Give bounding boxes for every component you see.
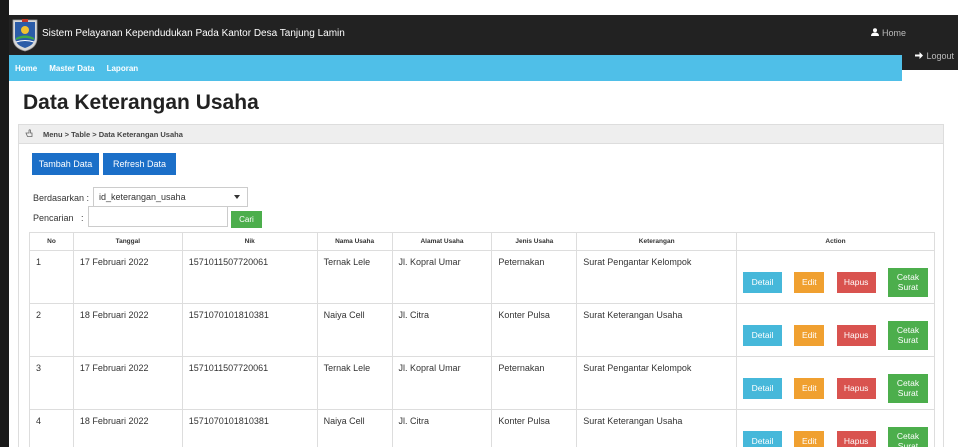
column-header: Nik — [181, 232, 318, 251]
cell-alamat-usaha: Jl. Citra — [391, 303, 493, 357]
cell-jenis-usaha: Konter Pulsa — [491, 409, 578, 447]
column-header: Alamat Usaha — [391, 232, 493, 251]
detail-button[interactable]: Detail — [743, 271, 783, 293]
cell-action: Detail Edit Hapus Cetak Surat — [736, 356, 935, 410]
cetak-label: Cetak — [896, 325, 920, 335]
column-header: Action — [736, 232, 935, 251]
cell-tanggal: 18 Februari 2022 — [72, 409, 183, 447]
search-input[interactable] — [88, 206, 228, 227]
nav-item-home[interactable]: Home — [9, 64, 43, 73]
table-row: 1 17 Februari 2022 1571011507720061 Tern… — [29, 250, 935, 304]
tambah-data-button[interactable]: Tambah Data — [32, 153, 99, 175]
cell-tanggal: 17 Februari 2022 — [72, 250, 183, 304]
cell-alamat-usaha: Jl. Citra — [391, 409, 493, 447]
breadcrumb-text: Menu > Table > Data Keterangan Usaha — [43, 129, 183, 139]
hapus-button[interactable]: Hapus — [836, 377, 876, 399]
cetak-label: Cetak — [896, 272, 920, 282]
main-navbar: Home Master Data Laporan — [9, 55, 902, 81]
column-header: No — [29, 232, 74, 251]
column-header: Keterangan — [576, 232, 738, 251]
table-row: 2 18 Februari 2022 1571070101810381 Naiy… — [29, 303, 935, 357]
home-link-label: Home — [882, 28, 907, 38]
cell-nik: 1571011507720061 — [181, 250, 318, 304]
berdasarkan-select-value: id_keterangan_usaha — [99, 192, 186, 202]
hand-pointer-icon — [25, 129, 33, 139]
logout-label: Logout — [926, 50, 954, 61]
logout-link[interactable]: Logout — [902, 41, 958, 70]
breadcrumb: Menu > Table > Data Keterangan Usaha — [18, 124, 944, 144]
cari-button[interactable]: Cari — [231, 211, 262, 228]
cell-keterangan: Surat Keterangan Usaha — [576, 409, 738, 447]
surat-label: Surat — [897, 282, 919, 292]
caret-down-icon — [234, 195, 240, 199]
berdasarkan-select[interactable]: id_keterangan_usaha — [93, 187, 248, 207]
surat-label: Surat — [897, 441, 919, 447]
cell-nama-usaha: Naiya Cell — [316, 303, 393, 357]
cell-keterangan: Surat Keterangan Usaha — [576, 303, 738, 357]
cetak-label: Cetak — [896, 378, 920, 388]
cell-action: Detail Edit Hapus Cetak Surat — [736, 250, 935, 304]
cell-no: 3 — [29, 356, 74, 410]
nav-item-master-data[interactable]: Master Data — [43, 64, 100, 73]
data-table: No Tanggal Nik Nama Usaha Alamat Usaha J… — [29, 232, 935, 447]
detail-button[interactable]: Detail — [743, 377, 783, 399]
column-header: Nama Usaha — [316, 232, 393, 251]
hapus-button[interactable]: Hapus — [836, 271, 876, 293]
cell-action: Detail Edit Hapus Cetak Surat — [736, 409, 935, 447]
table-header-row: No Tanggal Nik Nama Usaha Alamat Usaha J… — [29, 232, 935, 251]
cell-keterangan: Surat Pengantar Kelompok — [576, 356, 738, 410]
hapus-button[interactable]: Hapus — [836, 430, 876, 447]
cell-nama-usaha: Naiya Cell — [316, 409, 393, 447]
cell-no: 1 — [29, 250, 74, 304]
arrow-right-icon — [915, 51, 924, 61]
app-title: Sistem Pelayanan Kependudukan Pada Kanto… — [42, 28, 345, 39]
cell-no: 2 — [29, 303, 74, 357]
window-frame-edge — [0, 0, 9, 447]
top-header-bar: Sistem Pelayanan Kependudukan Pada Kanto… — [9, 15, 958, 55]
cell-no: 4 — [29, 409, 74, 447]
refresh-data-button[interactable]: Refresh Data — [103, 153, 176, 175]
cell-nik: 1571070101810381 — [181, 303, 318, 357]
cetak-surat-button[interactable]: Cetak Surat — [887, 267, 928, 297]
cetak-surat-button[interactable]: Cetak Surat — [887, 426, 928, 447]
cetak-label: Cetak — [896, 431, 920, 441]
surat-label: Surat — [897, 388, 919, 398]
edit-button[interactable]: Edit — [794, 271, 825, 293]
edit-button[interactable]: Edit — [794, 377, 825, 399]
surat-label: Surat — [897, 335, 919, 345]
cell-jenis-usaha: Peternakan — [491, 356, 578, 410]
detail-button[interactable]: Detail — [743, 324, 783, 346]
cell-jenis-usaha: Konter Pulsa — [491, 303, 578, 357]
cell-jenis-usaha: Peternakan — [491, 250, 578, 304]
cell-tanggal: 17 Februari 2022 — [72, 356, 183, 410]
cell-nik: 1571070101810381 — [181, 409, 318, 447]
table-row: 4 18 Februari 2022 1571070101810381 Naiy… — [29, 409, 935, 447]
berdasarkan-label: Berdasarkan : — [33, 193, 90, 203]
logo-emblem — [10, 18, 40, 52]
cell-alamat-usaha: Jl. Kopral Umar — [391, 356, 493, 410]
cell-nama-usaha: Ternak Lele — [316, 356, 393, 410]
edit-button[interactable]: Edit — [794, 324, 825, 346]
column-header: Jenis Usaha — [491, 232, 578, 251]
cell-action: Detail Edit Hapus Cetak Surat — [736, 303, 935, 357]
cell-tanggal: 18 Februari 2022 — [72, 303, 183, 357]
detail-button[interactable]: Detail — [743, 430, 783, 447]
pencarian-label: Pencarian : — [33, 213, 84, 223]
page-title: Data Keterangan Usaha — [23, 91, 259, 114]
cell-alamat-usaha: Jl. Kopral Umar — [391, 250, 493, 304]
home-link[interactable]: Home — [871, 28, 906, 38]
cell-nama-usaha: Ternak Lele — [316, 250, 393, 304]
hapus-button[interactable]: Hapus — [836, 324, 876, 346]
cetak-surat-button[interactable]: Cetak Surat — [887, 320, 928, 350]
user-icon — [871, 28, 879, 38]
cetak-surat-button[interactable]: Cetak Surat — [887, 373, 928, 403]
column-header: Tanggal — [72, 232, 183, 251]
cell-keterangan: Surat Pengantar Kelompok — [576, 250, 738, 304]
table-row: 3 17 Februari 2022 1571011507720061 Tern… — [29, 356, 935, 410]
edit-button[interactable]: Edit — [794, 430, 825, 447]
cell-nik: 1571011507720061 — [181, 356, 318, 410]
nav-item-laporan[interactable]: Laporan — [101, 64, 145, 73]
